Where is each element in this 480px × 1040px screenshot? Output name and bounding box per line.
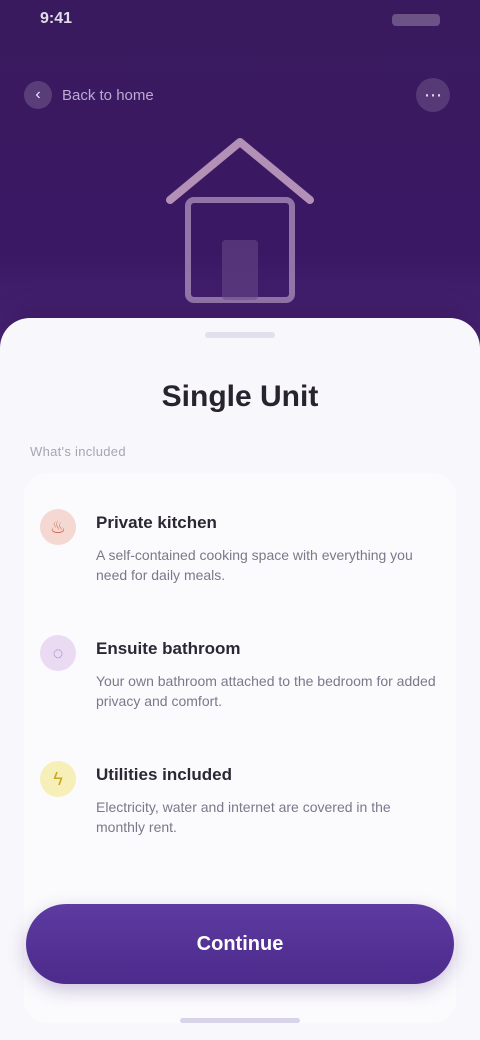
bath-icon: ◌ bbox=[40, 635, 76, 671]
list-item: ϟ Utilities included Electricity, water … bbox=[24, 743, 456, 853]
list-item: ♨ Private kitchen A self-contained cooki… bbox=[24, 491, 456, 601]
item-description: A self-contained cooking space with ever… bbox=[96, 547, 413, 583]
back-label: Back to home bbox=[62, 86, 154, 104]
more-icon[interactable]: ⋯ bbox=[416, 78, 450, 112]
section-label: What's included bbox=[30, 444, 126, 459]
hero-background: 9:41 ‹ Back to home ⋯ bbox=[0, 0, 480, 360]
item-title: Ensuite bathroom bbox=[96, 639, 241, 658]
status-icons bbox=[392, 14, 440, 26]
status-time: 9:41 bbox=[40, 10, 73, 27]
kitchen-icon: ♨ bbox=[40, 509, 76, 545]
chevron-left-icon: ‹ bbox=[24, 81, 52, 109]
item-description: Electricity, water and internet are cove… bbox=[96, 799, 391, 835]
item-title: Private kitchen bbox=[96, 513, 217, 532]
home-indicator bbox=[180, 1018, 300, 1023]
bolt-icon: ϟ bbox=[40, 761, 76, 797]
top-bar: ‹ Back to home ⋯ bbox=[0, 70, 480, 124]
house-icon bbox=[166, 138, 314, 303]
continue-button[interactable]: Continue bbox=[26, 904, 454, 984]
list-item: ◌ Ensuite bathroom Your own bathroom att… bbox=[24, 617, 456, 727]
sheet-title: Single Unit bbox=[161, 380, 319, 413]
sheet-grabber[interactable] bbox=[205, 332, 275, 338]
back-button[interactable]: ‹ Back to home bbox=[24, 76, 194, 114]
item-title: Utilities included bbox=[96, 765, 233, 784]
status-bar: 9:41 bbox=[0, 0, 480, 44]
item-description: Your own bathroom attached to the bedroo… bbox=[96, 673, 436, 709]
